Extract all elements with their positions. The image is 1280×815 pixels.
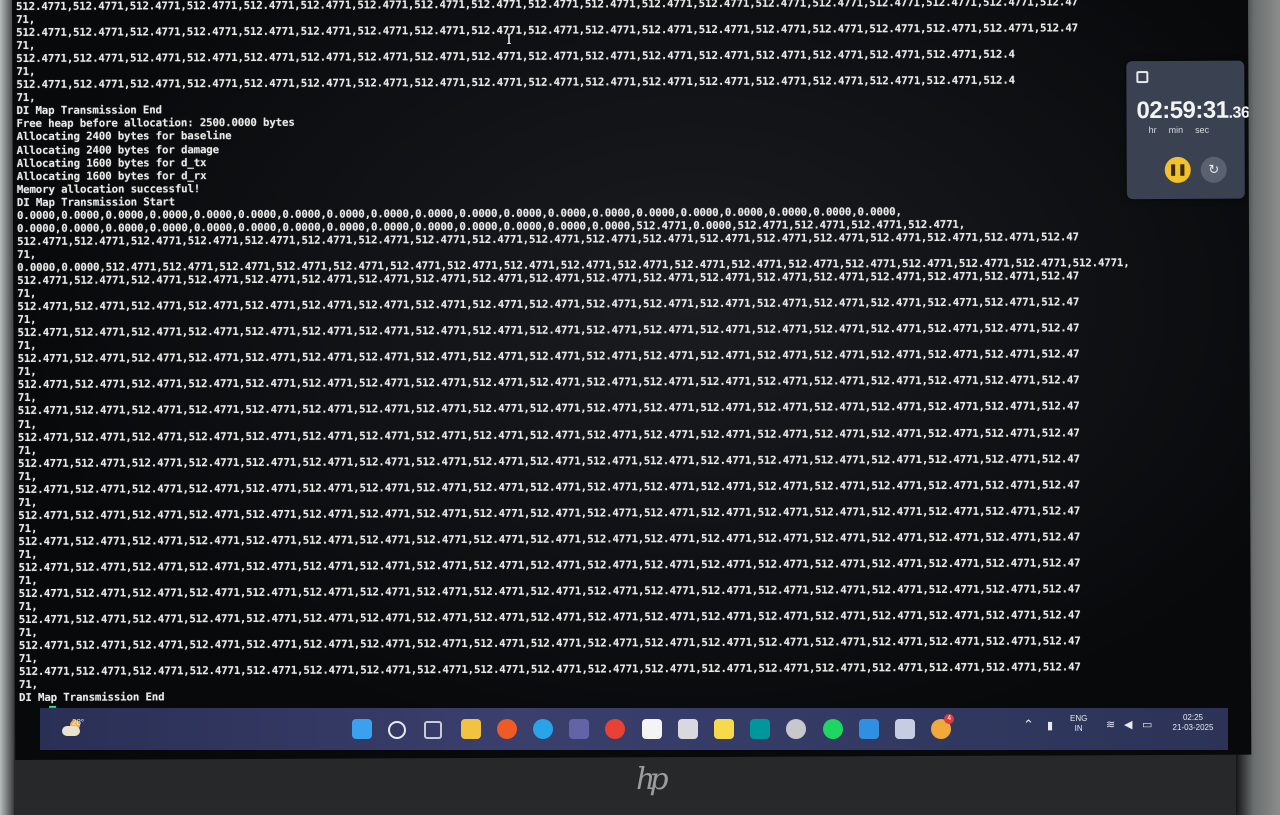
pin-icon[interactable] — [1136, 71, 1149, 84]
brave-icon[interactable] — [496, 719, 517, 739]
clock-tray[interactable]: 02:25 21-03-2025 — [1166, 713, 1220, 733]
battery-icon[interactable]: ▭ — [1142, 720, 1152, 731]
spotify-icon[interactable] — [822, 719, 843, 739]
tray-chevron-icon[interactable]: ⌃ — [1023, 718, 1034, 731]
stopwatch-time: 02:59:31.36 — [1136, 97, 1249, 125]
text-cursor-icon: I — [506, 31, 512, 48]
wifi-icon[interactable]: ≋ — [1106, 720, 1115, 731]
vscode-icon[interactable] — [858, 719, 879, 739]
search-icon[interactable] — [388, 721, 407, 739]
stopwatch-fraction: .36 — [1228, 104, 1250, 122]
start-icon[interactable] — [352, 719, 372, 739]
stopwatch-widget[interactable]: 02:59:31.36 hr min sec ❚❚ ↻ — [1126, 60, 1249, 200]
unit-min: min — [1168, 124, 1184, 135]
disk-icon[interactable] — [786, 719, 807, 739]
tray-date: 21-03-2025 — [1172, 723, 1214, 732]
unit-sec: sec — [1195, 124, 1210, 135]
chrome-icon[interactable] — [605, 719, 626, 739]
file-explorer-icon[interactable] — [460, 719, 481, 739]
edge-icon[interactable] — [533, 719, 553, 739]
language-indicator[interactable]: ENG IN — [1070, 714, 1087, 734]
region-label: IN — [1074, 724, 1083, 733]
screen: 512.4771,512.4771,512.4771,512.4771,512.… — [12, 0, 1252, 760]
hp-logo-text: hp — [636, 762, 668, 797]
cloud-icon — [62, 726, 80, 736]
weather-temperature: 28° — [72, 718, 85, 727]
arduino-icon[interactable] — [750, 719, 771, 739]
stopwatch-units: hr min sec — [1149, 125, 1222, 135]
pause-button[interactable]: ❚❚ — [1164, 156, 1191, 183]
task-view-icon[interactable] — [424, 721, 443, 739]
notion-icon[interactable] — [641, 719, 662, 739]
device-icon[interactable] — [895, 719, 915, 739]
sticky-notes-icon[interactable] — [714, 719, 734, 739]
notification-badge: 4 — [944, 714, 955, 724]
volume-icon[interactable]: ◀ — [1124, 720, 1132, 731]
reset-icon: ↻ — [1208, 161, 1220, 177]
stopwatch-main-time: 02:59:31 — [1136, 96, 1229, 125]
hp-logo: hp — [636, 762, 668, 797]
pause-icon: ❚❚ — [1168, 163, 1187, 176]
reset-button[interactable]: ↻ — [1200, 156, 1227, 183]
calculator-icon[interactable] — [677, 719, 698, 739]
usb-icon[interactable]: ▮ — [1047, 721, 1053, 732]
unit-hr: hr — [1148, 125, 1157, 136]
taskbar: 28° 4 ⌃ ▮ ENG IN ≋ ◀ ▭ 02:25 21-03-2025 — [40, 708, 1228, 750]
teams-icon[interactable] — [569, 719, 590, 739]
language-label: ENG — [1070, 714, 1088, 723]
serial-monitor-output[interactable]: 512.4771,512.4771,512.4771,512.4771,512.… — [12, 0, 1251, 708]
tray-time: 02:25 — [1182, 713, 1204, 722]
